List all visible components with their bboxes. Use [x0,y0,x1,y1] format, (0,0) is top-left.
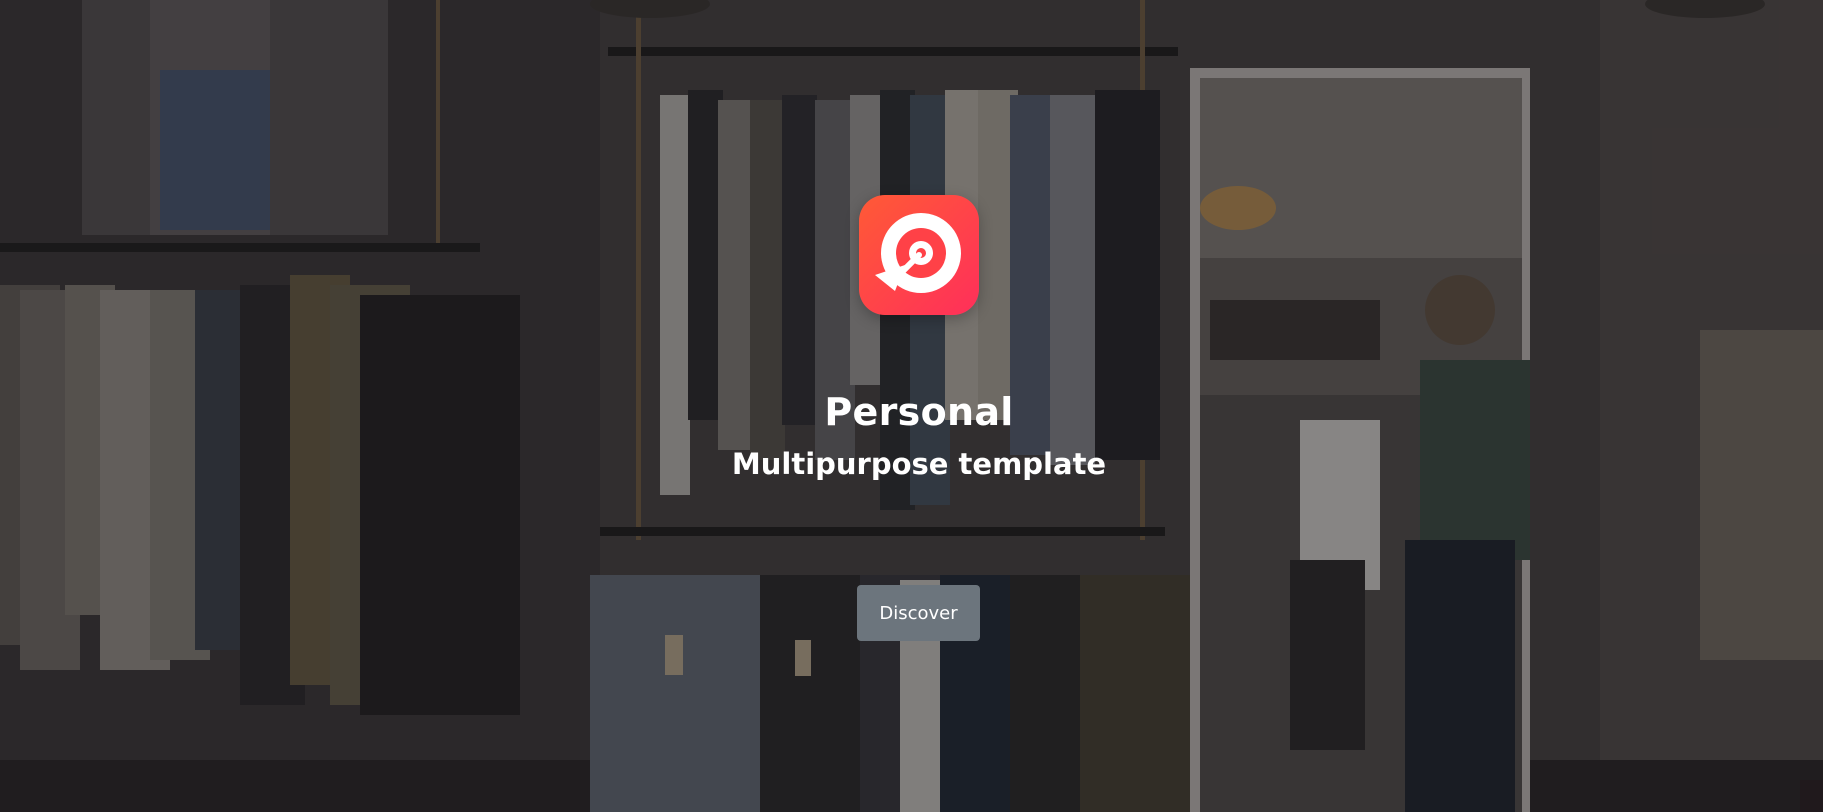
logo [859,195,979,315]
target-arrow-icon [875,213,961,293]
page-title: Personal [824,390,1014,434]
page-subtitle: Multipurpose template [731,447,1107,481]
discover-button[interactable]: Discover [857,585,980,641]
hero-section: Personal Multipurpose template Discover [0,0,1823,812]
hero-content: Personal Multipurpose template Discover [0,0,1823,812]
